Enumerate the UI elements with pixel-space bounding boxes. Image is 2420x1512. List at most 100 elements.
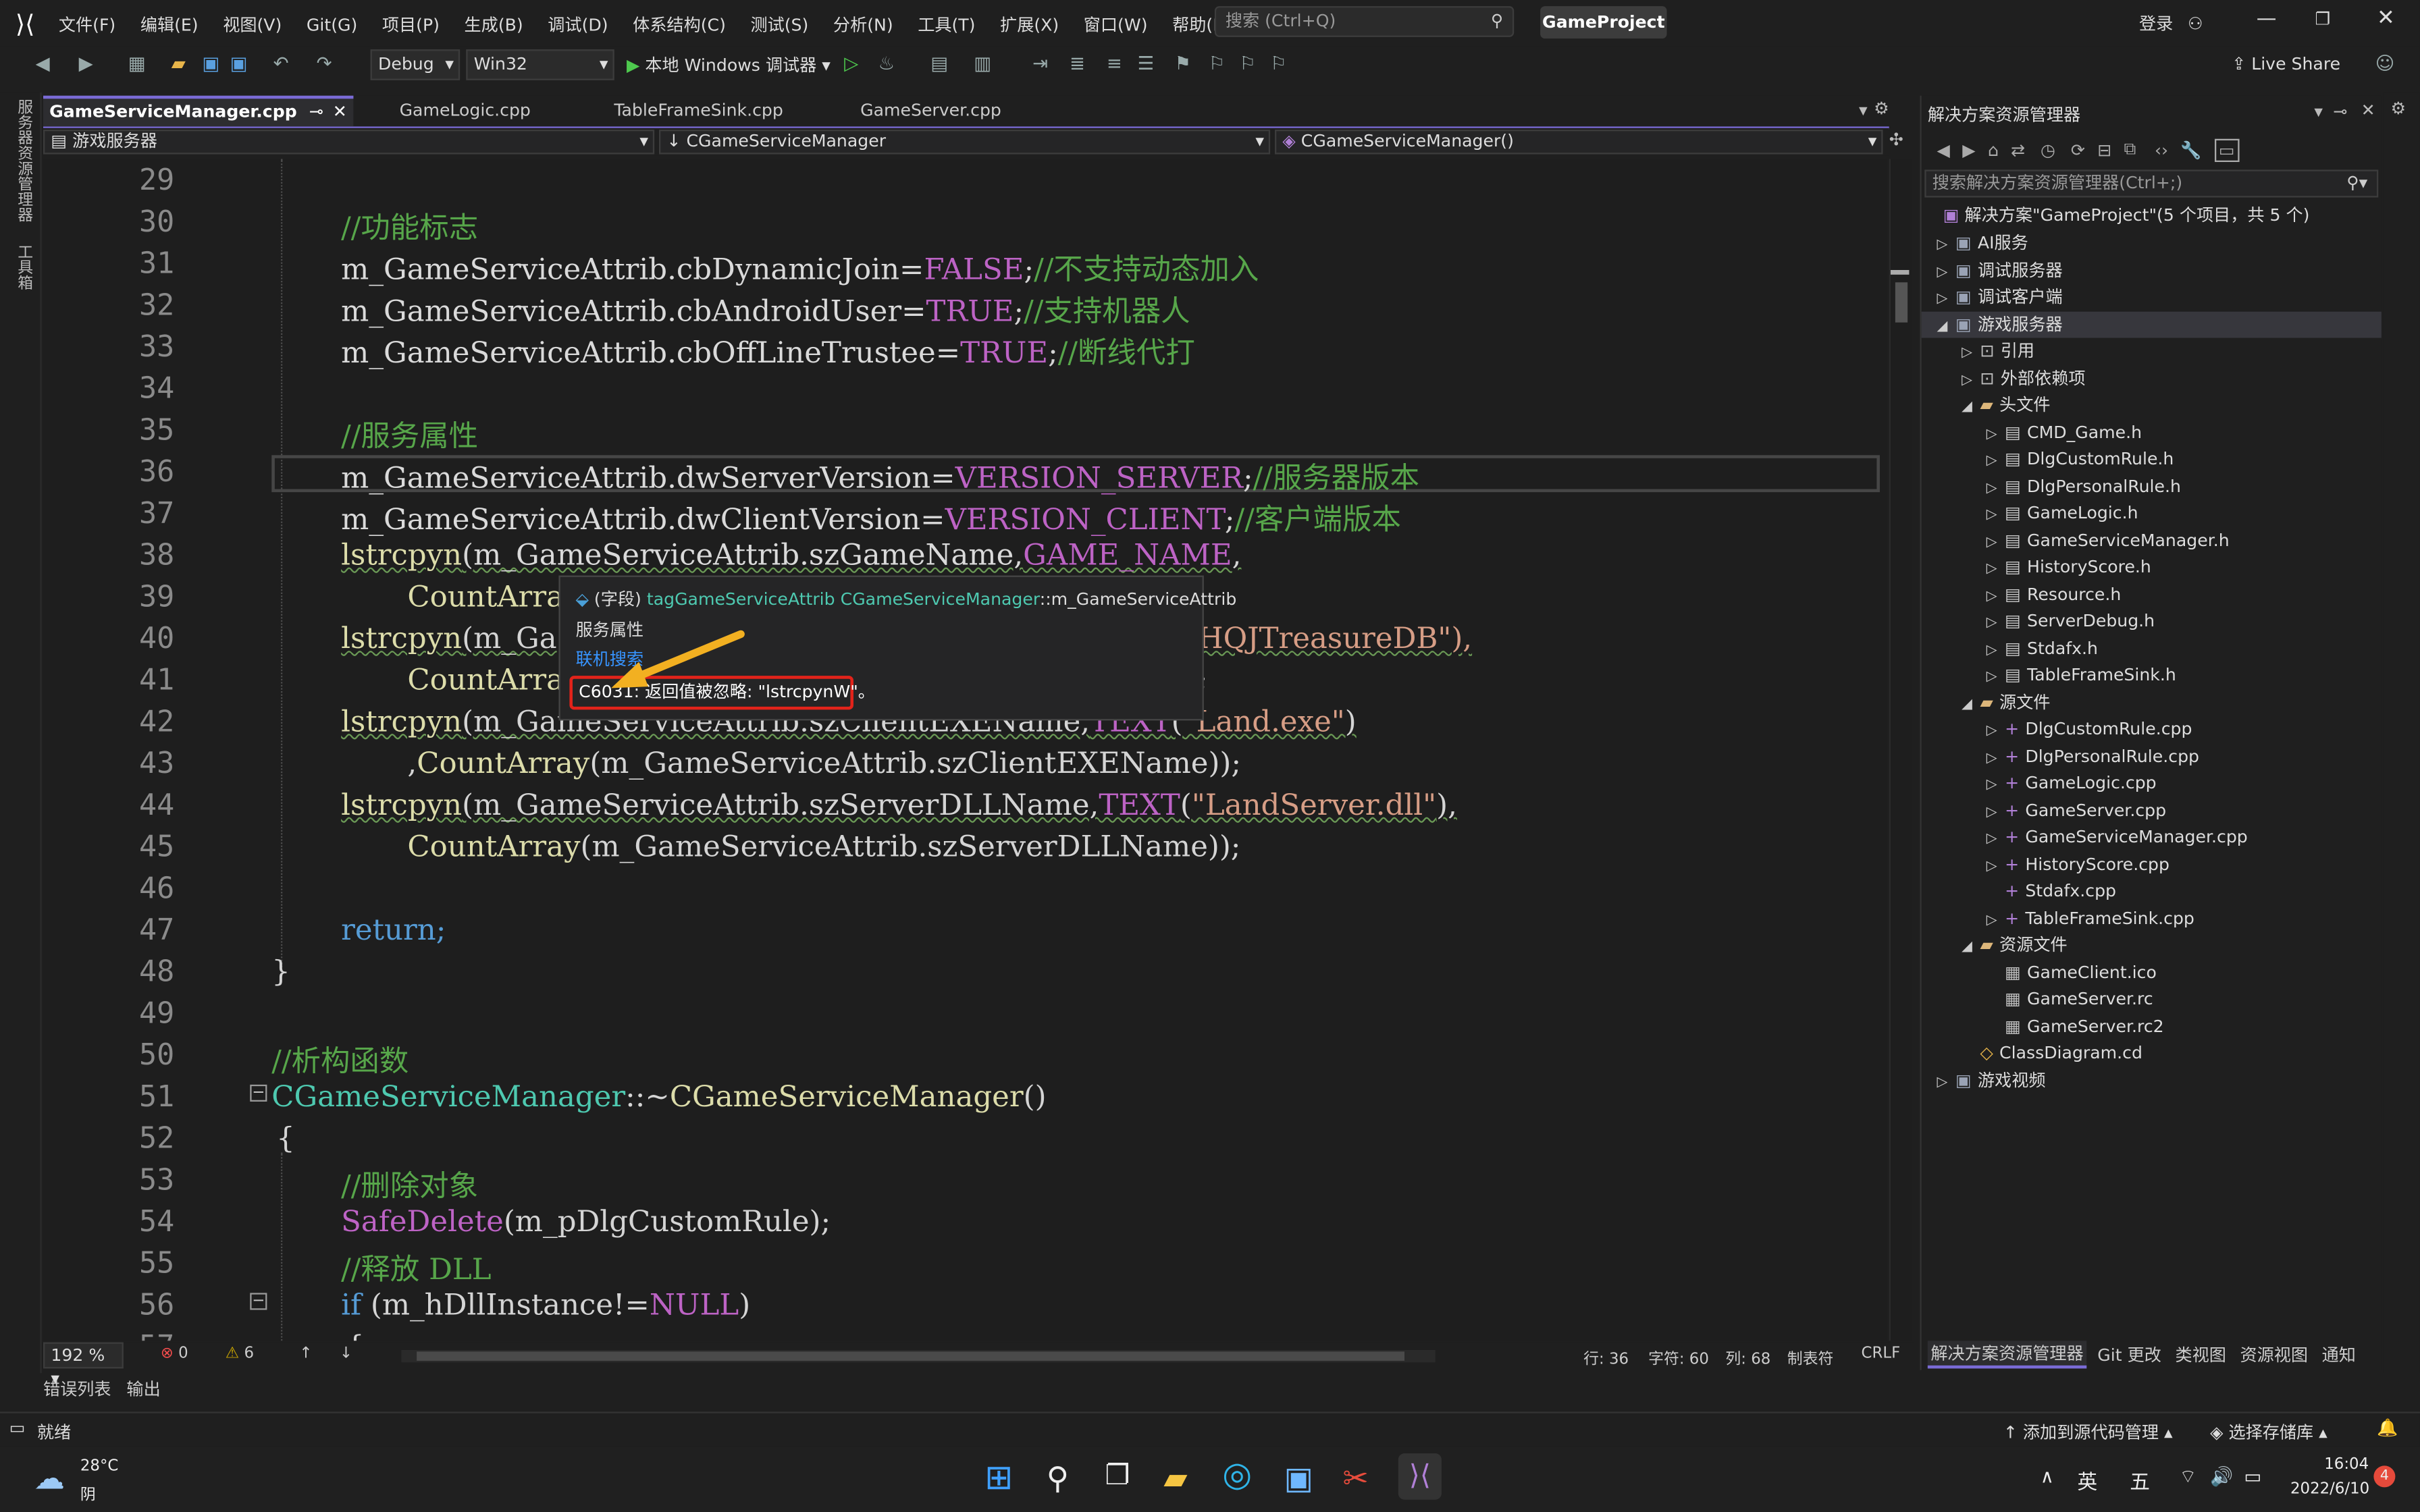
menu-item[interactable]: 测试(S) <box>750 12 808 37</box>
sync-icon[interactable]: ⟳ <box>2071 140 2085 160</box>
snipping-tool-icon[interactable]: ✂ <box>1343 1459 1369 1496</box>
error-count[interactable]: ⊗ 0 <box>161 1345 188 1362</box>
solution-root[interactable]: ▣ 解决方案"GameProject"(5 个项目，共 5 个) <box>1943 202 2310 228</box>
tree-item[interactable]: ▷ + TableFrameSink.cpp <box>1922 905 2382 932</box>
toolbox-tab[interactable]: 工具箱 <box>11 244 34 290</box>
expand-arrow-icon[interactable]: ▷ <box>1962 341 1980 367</box>
split-icon[interactable]: ✣ <box>1889 130 1903 150</box>
tab-gameserver[interactable]: GameServer.cpp <box>854 96 1007 127</box>
minimize-button[interactable]: — <box>2257 7 2277 30</box>
new-item-icon[interactable]: ▦ <box>128 53 146 74</box>
scope-dropdown[interactable]: ↓ CGameServiceManager ▾ <box>658 129 1271 155</box>
pin-icon[interactable]: ⊸ <box>2333 102 2347 122</box>
line-indicator[interactable]: 行: 36 <box>1583 1345 1629 1368</box>
se-bottom-tab[interactable]: 资源视图 <box>2237 1343 2311 1368</box>
tree-item[interactable]: ◢ ▣ 游戏服务器 <box>1921 310 2382 338</box>
start-menu-icon[interactable]: ⊞ <box>984 1459 1013 1498</box>
vertical-scrollbar[interactable] <box>1889 159 1912 1341</box>
tree-item[interactable]: ▷ + GameServiceManager.cpp <box>1922 824 2382 850</box>
properties-icon[interactable]: 🔧 <box>2180 140 2201 160</box>
expand-arrow-icon[interactable]: ◢ <box>1962 692 1980 718</box>
start-debug-button[interactable]: ▶ 本地 Windows 调试器 ▾ <box>627 53 831 78</box>
tab-tableframesink[interactable]: TableFrameSink.cpp <box>608 96 789 127</box>
close-tab-icon[interactable]: ✕ <box>333 101 347 126</box>
expand-arrow-icon[interactable]: ▷ <box>1987 638 2005 664</box>
menu-item[interactable]: 文件(F) <box>59 12 115 37</box>
expand-arrow-icon[interactable]: ▷ <box>1987 584 2005 610</box>
code-editor[interactable]: 29 30 31 32 33 34 35 36 37 38 39 40 41 42 43 44 45 46 47 48… <box>43 159 1887 1341</box>
expand-arrow-icon[interactable]: ▷ <box>1937 287 1955 313</box>
live-share-button[interactable]: ⇪ Live Share <box>2232 54 2340 74</box>
preview-icon[interactable]: ▭ <box>2213 138 2240 161</box>
taskbar-search-icon[interactable]: ⚲ <box>1047 1459 1069 1496</box>
tree-item[interactable]: ▷ ⊡ 外部依赖项 <box>1922 365 2382 392</box>
tab-list-icon[interactable]: ▾ <box>1859 101 1868 121</box>
scroll-thumb[interactable] <box>1895 282 1908 323</box>
close-panel-icon[interactable]: ✕ <box>2361 101 2375 121</box>
volume-icon[interactable]: 🔊 <box>2210 1465 2233 1487</box>
close-button[interactable]: ✕ <box>2377 6 2395 31</box>
forward-icon[interactable]: ▶ <box>1962 140 1975 160</box>
expand-arrow-icon[interactable]: ▷ <box>1987 908 2005 934</box>
tab-error-list[interactable]: 错误列表 <box>43 1376 111 1401</box>
forward-icon[interactable]: ▶ <box>79 53 93 74</box>
bookmark-clear-icon[interactable]: ⚐ <box>1270 53 1287 74</box>
tab-output[interactable]: 输出 <box>126 1376 160 1401</box>
clock-time[interactable]: 16:04 <box>2324 1457 2369 1474</box>
edge-icon[interactable]: ◎ <box>1222 1457 1252 1495</box>
expand-arrow-icon[interactable]: ▷ <box>1937 233 1955 259</box>
se-bottom-tab[interactable]: 解决方案资源管理器 <box>1927 1341 2087 1369</box>
fold-toggle-icon[interactable]: − <box>250 1084 267 1102</box>
tree-item[interactable]: ▷ ▤ Stdafx.h <box>1922 635 2382 662</box>
show-all-files-icon[interactable]: ⧉ <box>2124 139 2136 161</box>
tree-item[interactable]: ◢ ▰ 资源文件 <box>1922 932 2382 959</box>
tree-item[interactable]: ▦ GameServer.rc <box>1922 986 2382 1013</box>
tree-item[interactable]: ▷ ▣ 游戏视频 <box>1922 1067 2382 1094</box>
vs-logo-icon[interactable]: ⟩⟨ <box>16 9 35 38</box>
menu-item[interactable]: 体系结构(C) <box>633 12 726 37</box>
expand-arrow-icon[interactable]: ▷ <box>1987 422 2005 448</box>
expand-arrow-icon[interactable]: ▷ <box>1987 557 2005 583</box>
expand-arrow-icon[interactable]: ▷ <box>1987 854 2005 880</box>
expand-arrow-icon[interactable]: ▷ <box>1987 746 2005 772</box>
restore-button[interactable]: ❐ <box>2315 9 2331 30</box>
expand-arrow-icon[interactable]: ▷ <box>1987 449 2005 475</box>
pending-changes-icon[interactable]: ◷ <box>2041 140 2055 160</box>
format-icon[interactable]: ≣ <box>1070 53 1085 74</box>
window-position-icon[interactable]: ▾ <box>2314 102 2323 122</box>
tree-item[interactable]: ▦ GameServer.rc2 <box>1922 1013 2382 1040</box>
tree-item[interactable]: ▷ ▣ 调试客户端 <box>1922 284 2382 310</box>
se-bottom-tab[interactable]: 类视图 <box>2172 1343 2230 1368</box>
menu-item[interactable]: 分析(N) <box>833 12 893 37</box>
folder-icon[interactable]: ▤ <box>930 53 948 74</box>
expand-arrow-icon[interactable]: ▷ <box>1987 773 2005 799</box>
bookmark-icon[interactable]: ⚑ <box>1174 53 1191 74</box>
tree-item[interactable]: + Stdafx.cpp <box>1922 878 2382 905</box>
switch-view-icon[interactable]: ⇄ <box>2011 140 2025 160</box>
menu-item[interactable]: 生成(B) <box>465 12 523 37</box>
save-icon[interactable]: ▣ <box>202 53 219 74</box>
col-indicator[interactable]: 列: 68 <box>1725 1345 1770 1368</box>
tray-overflow-icon[interactable]: ∧ <box>2041 1465 2054 1487</box>
menu-item[interactable]: 视图(V) <box>223 12 282 37</box>
char-indicator[interactable]: 字符: 60 <box>1648 1345 1709 1368</box>
expand-arrow-icon[interactable]: ◢ <box>1962 935 1980 961</box>
tree-item[interactable]: ▷ + HistoryScore.cpp <box>1922 851 2382 878</box>
search-input[interactable]: 搜索 (Ctrl+Q) ⚲ <box>1214 6 1515 37</box>
login-link[interactable]: 登录 ⚇ <box>2139 11 2203 36</box>
feedback-icon[interactable]: ☺ <box>2375 53 2395 74</box>
tree-item[interactable]: ◢ ▰ 源文件 <box>1922 689 2382 716</box>
view-code-icon[interactable]: ‹› <box>2155 140 2168 160</box>
tree-item[interactable]: ▷ ▤ ServerDebug.h <box>1922 608 2382 634</box>
hot-reload-icon[interactable]: ♨ <box>878 53 895 74</box>
tree-item[interactable]: ◢ ▰ 头文件 <box>1922 392 2382 418</box>
properties-strip-icon[interactable]: ⚙ <box>2391 99 2406 119</box>
home-icon[interactable]: ⌂ <box>1988 140 1999 160</box>
menu-item[interactable]: 编辑(E) <box>140 12 199 37</box>
tree-item[interactable]: ▷ ▤ DlgCustomRule.h <box>1922 446 2382 473</box>
menu-item[interactable]: 调试(D) <box>548 12 608 37</box>
tree-item[interactable]: ▷ ▣ 调试服务器 <box>1922 257 2382 284</box>
solution-search-input[interactable]: 搜索解决方案资源管理器(Ctrl+;) ⚲▾ <box>1924 169 2379 198</box>
file-explorer-icon[interactable]: ▰ <box>1163 1459 1187 1496</box>
select-repo-button[interactable]: ◈ 选择存储库 ▴ <box>2210 1420 2327 1444</box>
